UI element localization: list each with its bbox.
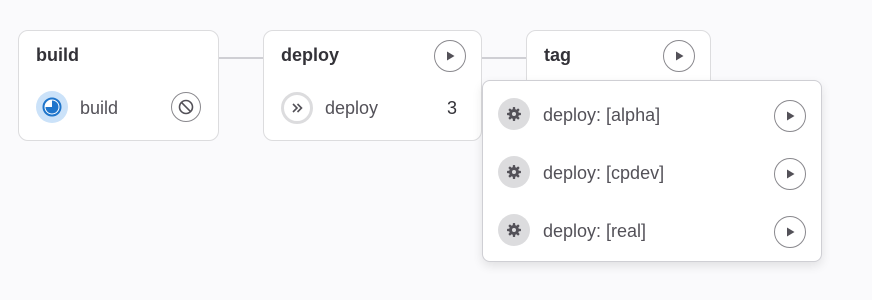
stage-connector-build-deploy [219, 57, 264, 59]
play-icon [787, 227, 795, 237]
play-job-button[interactable] [774, 216, 806, 248]
stage-title: tag [544, 45, 571, 65]
stage-deploy: deploy deploy 3 [263, 30, 482, 141]
dropdown-item[interactable]: deploy: [cpdev] [483, 143, 821, 201]
play-job-button[interactable] [774, 158, 806, 190]
manual-gear-icon [498, 156, 530, 188]
dropdown-item-label: deploy: [cpdev] [543, 163, 665, 183]
play-stage-button[interactable] [663, 40, 695, 72]
dropdown-item-label: deploy: [real] [543, 221, 647, 241]
cancel-icon [178, 99, 194, 115]
job-count: 3 [447, 98, 458, 118]
dropdown-item[interactable]: deploy: [real] [483, 201, 821, 259]
play-icon [787, 111, 795, 121]
dropdown-item[interactable]: deploy: [alpha] [483, 85, 821, 143]
manual-gear-icon [498, 214, 530, 246]
stage-connector-deploy-tag [482, 57, 527, 59]
stage-title: deploy [281, 45, 340, 65]
skipped-icon [281, 92, 313, 124]
cancel-button[interactable] [171, 92, 201, 122]
job-group-name: deploy [325, 98, 379, 118]
play-job-button[interactable] [774, 100, 806, 132]
job-group-dropdown: deploy: [alpha] deploy: [cpdev] deploy: … [482, 80, 822, 262]
play-icon [676, 51, 684, 61]
stage-build: build build [18, 30, 219, 141]
dropdown-item-label: deploy: [alpha] [543, 105, 661, 125]
manual-gear-icon [498, 98, 530, 130]
job-name: build [80, 98, 119, 118]
stage-title: build [36, 45, 79, 65]
play-icon [787, 169, 795, 179]
running-icon [36, 91, 68, 123]
play-stage-button[interactable] [434, 40, 466, 72]
play-icon [447, 51, 455, 61]
